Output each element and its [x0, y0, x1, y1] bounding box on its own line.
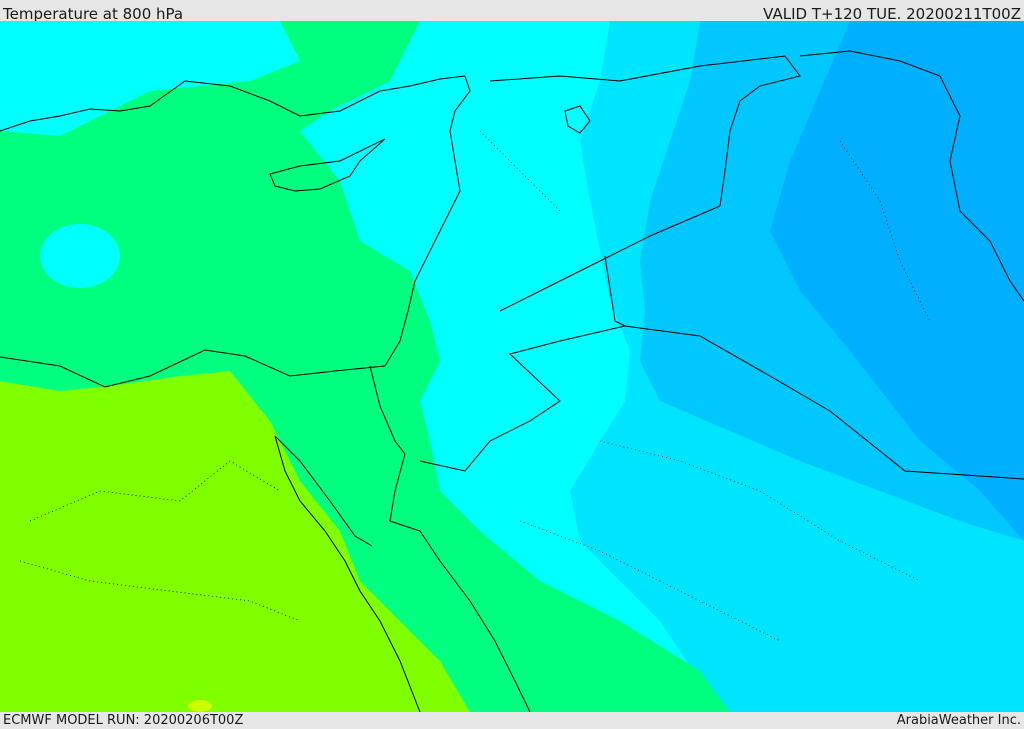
model-run: ECMWF MODEL RUN: 20200206T00Z [3, 713, 244, 728]
map-title: Temperature at 800 hPa [3, 5, 184, 21]
header-bar: Temperature at 800 hPa VALID T+120 TUE. … [0, 0, 1024, 21]
forecast-map-window: Temperature at 800 hPa VALID T+120 TUE. … [0, 0, 1024, 729]
cold-pocket [40, 224, 120, 288]
warm-pocket [188, 700, 212, 712]
temperature-map [0, 21, 1024, 712]
valid-time: VALID T+120 TUE. 20200211T00Z [763, 5, 1021, 21]
credit-text: ArabiaWeather Inc. [896, 713, 1021, 728]
footer-bar: ECMWF MODEL RUN: 20200206T00Z ArabiaWeat… [0, 712, 1024, 729]
